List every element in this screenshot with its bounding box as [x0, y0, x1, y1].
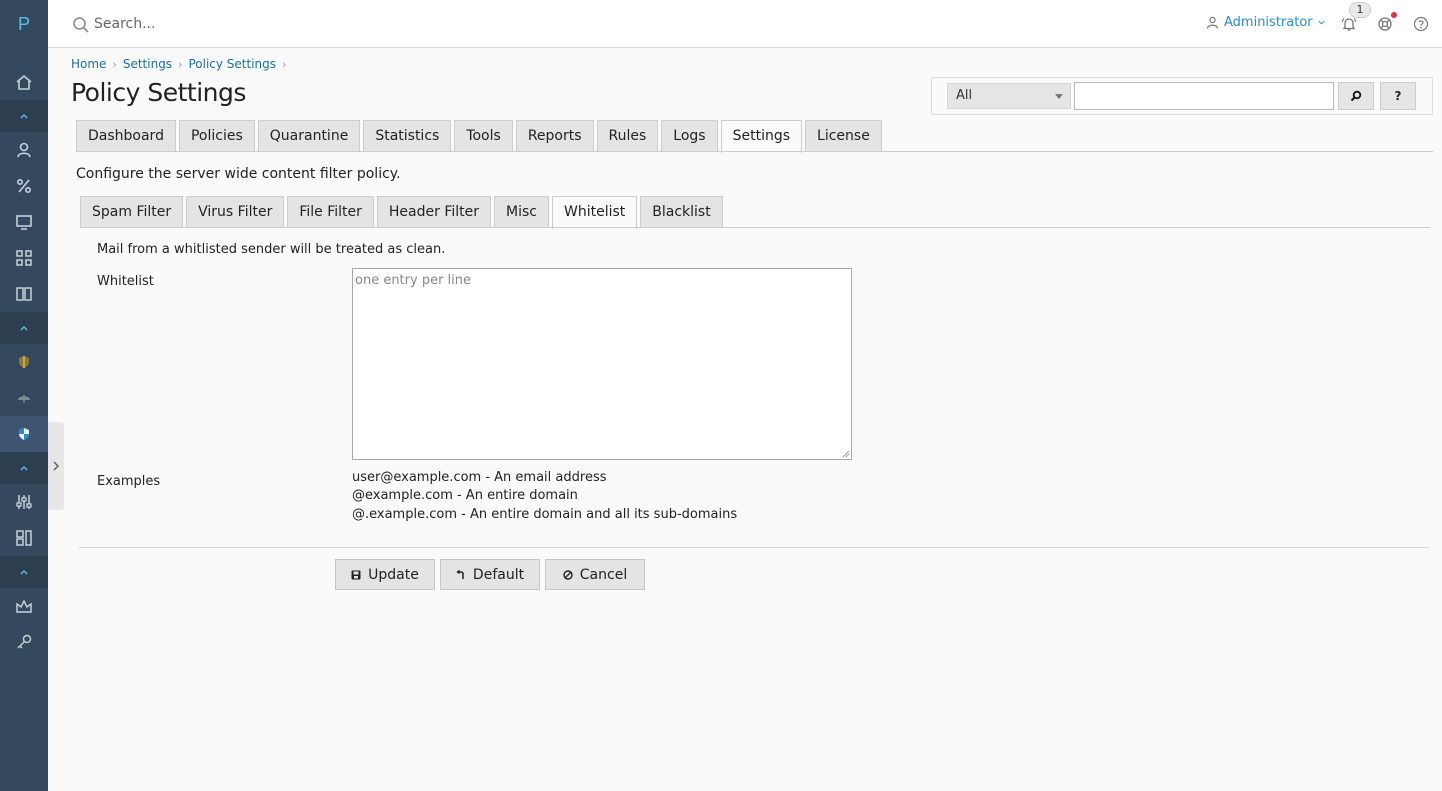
- main-tabs: Dashboard Policies Quarantine Statistics Too…: [76, 120, 882, 153]
- user-icon[interactable]: [0, 132, 48, 168]
- subtab-misc[interactable]: Misc: [494, 196, 549, 228]
- whitelist-label: Whitelist: [97, 274, 154, 289]
- breadcrumb-home[interactable]: Home: [71, 57, 106, 71]
- left-sidebar: P: [0, 0, 48, 791]
- tab-policies[interactable]: Policies: [178, 120, 255, 152]
- tab-quarantine[interactable]: Quarantine: [257, 120, 361, 152]
- section-collapse-icon[interactable]: [0, 452, 48, 484]
- tab-statistics[interactable]: Statistics: [363, 120, 452, 152]
- filter-scope-value: All: [956, 88, 973, 103]
- filter-help-label: ?: [1394, 89, 1402, 103]
- default-label: Default: [472, 566, 525, 583]
- subtab-header-filter[interactable]: Header Filter: [376, 196, 492, 228]
- main-tabs-divider: [76, 151, 1433, 152]
- subtab-spam-filter[interactable]: Spam Filter: [80, 196, 184, 228]
- breadcrumb: Home › Settings › Policy Settings ›: [71, 57, 292, 71]
- tab-rules[interactable]: Rules: [596, 120, 659, 152]
- example-email: user@example.com - An email address: [352, 470, 607, 485]
- ban-icon: [563, 569, 573, 580]
- filter-search-button[interactable]: [1338, 82, 1374, 110]
- section-collapse-icon[interactable]: [0, 556, 48, 588]
- tab-tools[interactable]: Tools: [454, 120, 513, 152]
- help-icon[interactable]: [1411, 14, 1431, 34]
- update-button[interactable]: Update: [335, 559, 435, 590]
- percent-icon[interactable]: [0, 168, 48, 204]
- update-label: Update: [368, 566, 419, 583]
- key-icon[interactable]: [0, 624, 48, 660]
- tab-settings[interactable]: Settings: [720, 120, 803, 153]
- undo-arrow-icon: [456, 569, 464, 579]
- resize-grip-icon[interactable]: [840, 448, 850, 458]
- chevron-right-icon: [53, 461, 59, 471]
- subtab-blacklist[interactable]: Blacklist: [640, 196, 723, 228]
- tab-reports[interactable]: Reports: [515, 120, 594, 152]
- home-icon[interactable]: [0, 64, 48, 100]
- tab-logs[interactable]: Logs: [661, 120, 718, 152]
- book-icon[interactable]: [0, 276, 48, 312]
- filter-bar: All ?: [931, 77, 1433, 115]
- user-name: Administrator: [1224, 15, 1313, 30]
- shield-gold-icon[interactable]: [0, 344, 48, 380]
- user-menu[interactable]: Administrator: [1206, 15, 1325, 30]
- whitelist-textarea[interactable]: [352, 268, 852, 460]
- tab-license[interactable]: License: [805, 120, 882, 152]
- dashboard-layout-icon[interactable]: [0, 520, 48, 556]
- caret-down-icon: [1055, 94, 1063, 99]
- breadcrumb-separator-icon: ›: [112, 57, 117, 71]
- chevron-down-icon: [1318, 20, 1325, 25]
- app-logo[interactable]: P: [0, 14, 48, 35]
- example-domain: @example.com - An entire domain: [352, 488, 578, 503]
- top-bar: Administrator 1: [48, 0, 1442, 48]
- user-icon: [1206, 16, 1219, 29]
- filter-search-input[interactable]: [1074, 82, 1334, 110]
- apps-grid-icon[interactable]: [0, 240, 48, 276]
- subtab-virus-filter[interactable]: Virus Filter: [186, 196, 285, 228]
- examples-label: Examples: [97, 474, 161, 489]
- subtab-file-filter[interactable]: File Filter: [287, 196, 374, 228]
- subtab-whitelist[interactable]: Whitelist: [551, 196, 638, 229]
- save-disk-icon: [351, 570, 361, 579]
- sub-tabs-divider: [80, 227, 1430, 228]
- page-title: Policy Settings: [71, 78, 246, 107]
- breadcrumb-settings[interactable]: Settings: [123, 57, 172, 71]
- page-description: Configure the server wide content filter…: [76, 166, 401, 182]
- alert-dot: [1391, 12, 1397, 18]
- breadcrumb-separator-icon: ›: [178, 57, 183, 71]
- breadcrumb-policy-settings[interactable]: Policy Settings: [188, 57, 276, 71]
- tab-dashboard[interactable]: Dashboard: [76, 120, 176, 152]
- expand-panel-toggle[interactable]: [48, 422, 64, 510]
- global-search-input[interactable]: [94, 12, 494, 36]
- cancel-button[interactable]: Cancel: [545, 559, 645, 590]
- breadcrumb-separator-icon: ›: [282, 57, 287, 71]
- umbrella-icon[interactable]: [0, 380, 48, 416]
- search-icon: [73, 17, 89, 33]
- search-icon: [1350, 90, 1362, 102]
- filter-scope-select[interactable]: All: [947, 83, 1071, 109]
- sliders-icon[interactable]: [0, 484, 48, 520]
- sub-tabs: Spam Filter Virus Filter File Filter Header…: [80, 196, 723, 229]
- filter-help-button[interactable]: ?: [1380, 82, 1416, 110]
- notification-count-badge: 1: [1349, 2, 1371, 18]
- shield-active-icon[interactable]: [0, 416, 48, 452]
- default-button[interactable]: Default: [440, 559, 540, 590]
- example-subdomains: @.example.com - An entire domain and all…: [352, 507, 738, 522]
- monitor-icon[interactable]: [0, 204, 48, 240]
- section-collapse-icon[interactable]: [0, 100, 48, 132]
- crown-icon[interactable]: [0, 588, 48, 624]
- section-collapse-icon[interactable]: [0, 312, 48, 344]
- cancel-label: Cancel: [579, 566, 628, 583]
- whitelist-info-text: Mail from a whitlisted sender will be tr…: [97, 242, 446, 257]
- form-divider: [79, 547, 1429, 548]
